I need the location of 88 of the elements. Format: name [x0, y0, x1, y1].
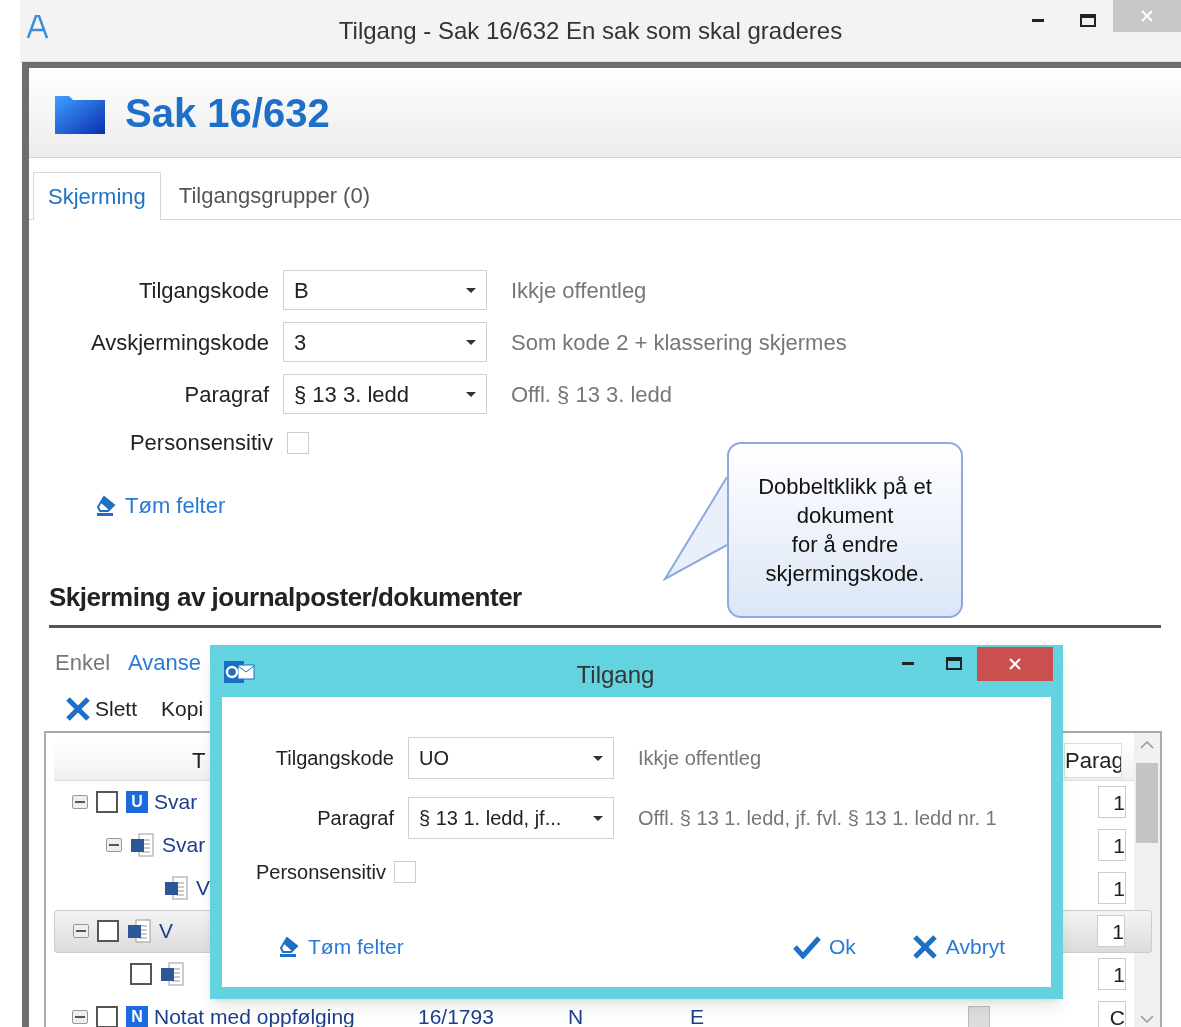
column-header: T: [192, 746, 206, 775]
maximize-icon: [946, 656, 962, 670]
dropdown[interactable]: B: [283, 270, 487, 310]
eraser-icon: [95, 494, 117, 517]
checkbox[interactable]: [287, 431, 309, 454]
type-badge: U: [126, 791, 148, 813]
dialog-title: Tilgang: [575, 660, 656, 690]
field-description: Offl. § 13 3. ledd: [511, 380, 673, 409]
eraser-icon: [278, 935, 300, 958]
field-description: Ikkje offentleg: [638, 746, 762, 771]
document-icon: [164, 875, 190, 901]
type-badge: N: [126, 1006, 148, 1027]
vertical-scrollbar[interactable]: [1134, 732, 1160, 1027]
dropdown[interactable]: § 13 1. ledd, jf...: [408, 797, 614, 839]
checkbox-label: Personsensitiv: [128, 429, 273, 457]
dropdown-value: UO: [419, 746, 449, 771]
paragraph-cell: 1: [1098, 829, 1126, 861]
app-logo-icon: [26, 14, 48, 39]
tab[interactable]: Tilgangsgrupper (0): [160, 171, 388, 219]
row-checkbox[interactable]: [130, 963, 152, 985]
document-icon: [160, 961, 186, 987]
row-title: V: [196, 876, 210, 900]
table-cell: E: [690, 1005, 704, 1027]
field-description: Ikkje offentleg: [511, 276, 647, 305]
ok-button[interactable]: Ok: [793, 931, 856, 963]
paragraph-cell: 1: [1097, 915, 1125, 947]
document-icon: [130, 832, 156, 858]
scrollbar-thumb[interactable]: [1136, 762, 1158, 843]
clear-fields-link[interactable]: Tøm felter: [95, 489, 226, 522]
field-description: Som kode 2 + klassering skjermes: [511, 328, 847, 357]
checkmark-icon: [793, 934, 821, 959]
delete-icon: [65, 695, 91, 722]
collapse-toggle[interactable]: [72, 1010, 88, 1024]
window-title: Tilgang - Sak 16/632 En sak som skal graderes: [337, 15, 844, 46]
dropdown-value: § 13 1. ledd, jf...: [419, 806, 562, 831]
case-title: Sak 16/632: [125, 89, 330, 137]
table-cell: N: [568, 1005, 584, 1027]
view-tab[interactable]: Enkel: [55, 646, 111, 679]
scroll-down-icon: [1140, 1015, 1154, 1023]
scroll-up-icon: [1140, 740, 1154, 749]
collapse-toggle[interactable]: [106, 838, 122, 852]
caret-icon: [466, 287, 476, 293]
collapse-toggle[interactable]: [72, 795, 88, 809]
caret-icon: [593, 815, 603, 821]
close-icon: [1141, 10, 1153, 22]
cancel-button[interactable]: Avbryt: [911, 931, 1005, 963]
checkbox-label: Personsensitiv: [256, 860, 387, 885]
field-description: Offl. § 13 1. ledd, jf. fvl. § 13 1. ledd nr. 1: [638, 806, 997, 831]
field-label: Paragraf: [183, 380, 269, 409]
minimize-icon: [902, 661, 914, 665]
paragraph-cell: 1: [1098, 872, 1126, 904]
table-cell: 16/1793: [418, 1005, 494, 1027]
row-title: Svar: [154, 790, 198, 814]
dropdown[interactable]: UO: [408, 737, 614, 779]
dropdown-value: B: [294, 276, 309, 305]
dropdown-value: § 13 3. ledd: [294, 380, 409, 409]
section-heading: Skjerming av journalposter/dokumenter: [49, 581, 523, 614]
delete-button[interactable]: Slett: [65, 693, 138, 725]
dropdown-value: 3: [294, 328, 307, 357]
dropdown[interactable]: § 13 3. ledd: [283, 374, 487, 414]
minimize-icon: [1032, 18, 1044, 22]
maximize-icon: [1080, 13, 1096, 27]
field-label: Tilgangskode: [137, 276, 269, 305]
caret-icon: [466, 339, 476, 345]
view-tab[interactable]: Avanse: [128, 646, 202, 679]
field-label: Tilgangskode: [274, 746, 394, 771]
row-title: Svar: [162, 833, 206, 857]
paragraph-cell: C: [1098, 1001, 1126, 1027]
field-label: Paragraf: [316, 806, 394, 831]
cancel-icon: [911, 933, 938, 960]
field-label: Avskjermingskode: [89, 328, 269, 357]
clear-fields-link[interactable]: Tøm felter: [278, 931, 404, 963]
close-icon: [1009, 658, 1021, 670]
row-checkbox[interactable]: [96, 1006, 118, 1027]
caret-icon: [466, 391, 476, 397]
row-checkbox[interactable]: [97, 920, 119, 942]
row-checkbox[interactable]: [96, 791, 118, 813]
row-title: V: [159, 919, 173, 943]
tab[interactable]: Skjerming: [33, 172, 161, 220]
caret-icon: [593, 755, 603, 761]
dropdown[interactable]: 3: [283, 322, 487, 362]
paragraph-cell: 1: [1098, 786, 1126, 818]
callout-text: Dobbeltklikk på et dokument for å endre skjermingskode.: [758, 473, 932, 588]
checkbox[interactable]: [394, 861, 417, 883]
document-icon: [127, 918, 153, 944]
toolbar-button[interactable]: Kopi: [161, 693, 204, 725]
paragraph-cell: 1: [1098, 958, 1126, 990]
collapse-toggle[interactable]: [73, 924, 89, 938]
